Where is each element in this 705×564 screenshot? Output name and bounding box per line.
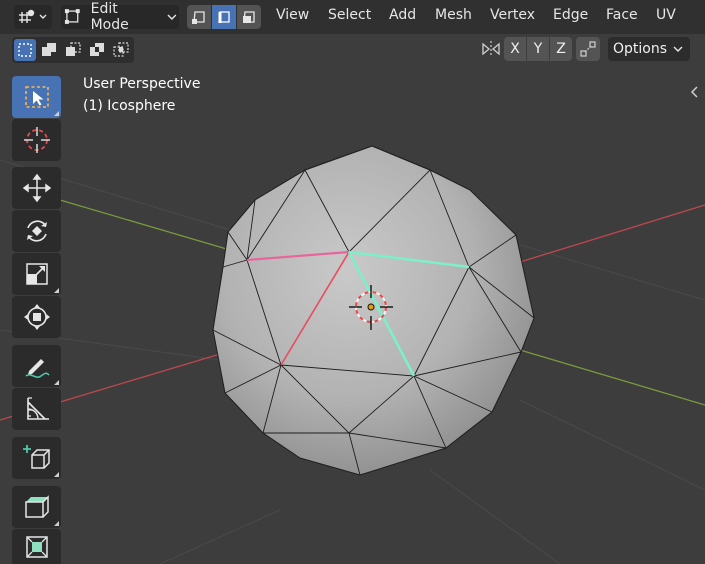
object-name: (1) Icosphere (83, 98, 176, 114)
mirror-x-toggle[interactable]: X (504, 37, 526, 61)
face-select-icon (243, 11, 255, 23)
inset-icon (25, 535, 48, 558)
select-extend-icon (42, 43, 56, 56)
x-axis-line-right (519, 204, 705, 263)
y-axis-line (59, 199, 231, 251)
select-extend-button[interactable] (38, 39, 60, 61)
menu-uv[interactable]: UV (656, 7, 676, 23)
select-subtract-button[interactable] (62, 39, 84, 61)
3d-viewport[interactable]: User Perspective (1) Icosphere (0, 34, 705, 564)
chevron-down-icon (167, 14, 177, 20)
scale-icon (25, 263, 48, 285)
mirror-z-toggle[interactable]: Z (550, 37, 572, 61)
annotate-tool[interactable] (12, 345, 61, 387)
mode-label: Edit Mode (90, 1, 129, 33)
select-difference-icon (90, 43, 104, 56)
options-dropdown[interactable]: Options (608, 37, 690, 61)
measure-icon (26, 397, 49, 420)
edge-select-mode-button[interactable] (212, 5, 236, 29)
transform-icon (23, 304, 50, 330)
select-box-icon (24, 86, 49, 108)
select-box-tool[interactable] (12, 76, 61, 118)
select-difference-button[interactable] (86, 39, 108, 61)
select-intersect-icon (113, 42, 129, 57)
select-subtract-icon (66, 42, 81, 56)
add-cube-icon (22, 445, 50, 469)
editor-type-icon (19, 9, 47, 23)
select-new-button[interactable] (14, 39, 36, 61)
select-intersect-button[interactable] (110, 39, 132, 61)
menu-add[interactable]: Add (389, 7, 416, 23)
transform-tool[interactable] (12, 296, 61, 338)
face-select-mode-button[interactable] (237, 5, 261, 29)
extrude-tool[interactable] (12, 486, 61, 528)
options-label: Options (612, 41, 668, 57)
y-axis-line-right (519, 349, 705, 406)
icosphere-mesh[interactable] (212, 145, 535, 476)
annotate-icon (25, 359, 50, 378)
mirror-y-toggle[interactable]: Y (527, 37, 549, 61)
mirror-icon[interactable] (480, 38, 502, 60)
auto-merge-icon (580, 41, 596, 57)
menu-face[interactable]: Face (606, 7, 638, 23)
cursor-tool[interactable] (12, 119, 61, 161)
vertex-select-icon (192, 11, 205, 24)
move-tool[interactable] (12, 167, 61, 209)
inset-tool[interactable] (12, 529, 61, 564)
menu-mesh[interactable]: Mesh (435, 7, 472, 23)
view-name: User Perspective (83, 76, 201, 92)
menu-vertex[interactable]: Vertex (490, 7, 535, 23)
add-cube-tool[interactable] (12, 437, 61, 479)
select-new-icon (18, 43, 32, 57)
scale-tool[interactable] (12, 253, 61, 295)
selection-mode-group (12, 37, 134, 63)
tool-variants-marker (54, 111, 59, 116)
edge-select-icon (218, 11, 230, 23)
tool-variants-marker (54, 380, 59, 385)
move-icon (22, 173, 51, 203)
menu-view[interactable]: View (276, 7, 309, 23)
menu-select[interactable]: Select (328, 7, 371, 23)
auto-merge-button[interactable] (576, 37, 600, 61)
cursor-icon (23, 127, 50, 153)
editor-type-selector[interactable] (14, 5, 52, 29)
blender-window: { "header": { "mode_label": "Edit Mode",… (0, 0, 705, 564)
mode-selector[interactable]: Edit Mode (61, 1, 179, 33)
rotate-icon (26, 220, 47, 242)
measure-tool[interactable] (12, 388, 61, 430)
sidebar-toggle-icon[interactable] (689, 85, 701, 99)
vertex-select-mode-button[interactable] (187, 5, 211, 29)
chevron-down-icon (673, 46, 683, 52)
edit-mode-icon (64, 9, 80, 24)
tool-variants-marker (54, 288, 59, 293)
rotate-tool[interactable] (12, 210, 61, 252)
menu-edge[interactable]: Edge (553, 7, 588, 23)
extrude-icon (24, 495, 49, 518)
tool-variants-marker (54, 521, 59, 526)
editor-header: Edit Mode View Select Add Mesh Vertex Ed… (0, 0, 705, 34)
tool-variants-marker (54, 472, 59, 477)
